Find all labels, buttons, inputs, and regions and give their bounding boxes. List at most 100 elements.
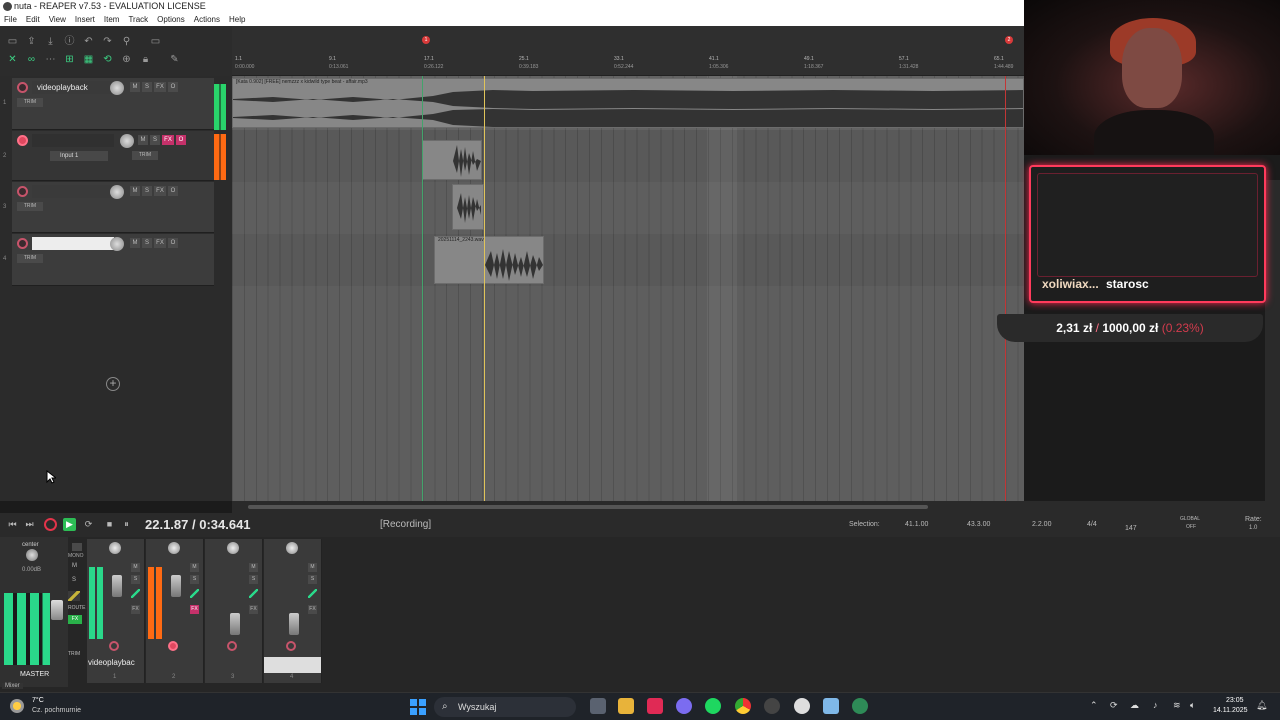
record-arm-button[interactable] [227, 641, 237, 651]
route-button[interactable]: O [168, 82, 178, 92]
record-arm-button[interactable] [109, 641, 119, 651]
trim-icon[interactable]: ✕ [6, 53, 19, 66]
snap-icon[interactable]: ⋯ [44, 53, 57, 66]
horizontal-scrollbar[interactable] [232, 501, 1280, 513]
mute-button[interactable]: M [131, 563, 140, 572]
track-1[interactable]: 1 videoplayback M S FX O TRIM [3, 78, 214, 130]
stop-button[interactable]: ■ [103, 518, 116, 531]
solo-button[interactable]: S [142, 186, 152, 196]
marker-1[interactable]: 1 [422, 36, 430, 44]
record-arm-button[interactable] [168, 641, 178, 651]
audio-item-take2[interactable] [452, 184, 484, 230]
fx-button[interactable]: FX [308, 605, 317, 614]
loop-button[interactable]: ⟳ [82, 518, 95, 531]
selection-end[interactable]: 43.3.00 [967, 521, 990, 528]
grid-icon[interactable]: ▭ [149, 35, 162, 48]
open-project-icon[interactable]: ⇪ [25, 35, 38, 48]
mixer-strip-4[interactable]: M S FX 4 [264, 539, 322, 683]
volume-fader[interactable] [289, 613, 299, 635]
solo-button[interactable]: S [131, 575, 140, 584]
track-name[interactable]: videoplayback [32, 81, 114, 94]
pause-button[interactable]: ⏸ [120, 518, 133, 531]
start-button-icon[interactable] [410, 699, 426, 715]
fx-button[interactable]: FX [154, 82, 166, 92]
mute-button[interactable]: M [130, 238, 140, 248]
metronome-icon[interactable]: ⚲ [120, 35, 133, 48]
reaper-taskbar-icon[interactable] [852, 698, 868, 714]
fx-button[interactable]: FX [249, 605, 258, 614]
track-name[interactable] [32, 237, 114, 250]
pan-knob[interactable] [286, 542, 298, 554]
file-explorer-icon[interactable] [618, 698, 634, 714]
solo-button[interactable]: S [308, 575, 317, 584]
tempo[interactable]: 147 [1125, 525, 1137, 532]
strip-name-field[interactable] [264, 657, 321, 673]
volume-fader[interactable] [112, 575, 122, 597]
chevron-up-icon[interactable]: ⌃ [1090, 700, 1098, 711]
obs-icon[interactable] [764, 698, 780, 714]
audio-item-recording[interactable]: 20251114_2243.wav [434, 236, 544, 284]
menu-insert[interactable]: Insert [75, 13, 95, 26]
record-arm-button[interactable] [17, 238, 28, 249]
fx-button[interactable]: FX [154, 238, 166, 248]
menu-track[interactable]: Track [128, 13, 148, 26]
save-project-icon[interactable]: ⤓ [44, 35, 57, 48]
trim-button[interactable]: TRIM [17, 202, 43, 211]
route-button[interactable]: O [168, 238, 178, 248]
arrange-view[interactable]: [Kata 0.902] [FREE] nemzzz x kidwild typ… [232, 76, 1024, 501]
discord-icon[interactable] [676, 698, 692, 714]
master-mono-button[interactable] [72, 543, 82, 551]
volume-knob[interactable] [110, 185, 124, 199]
search-box[interactable]: ⌕ Wyszukaj [434, 697, 576, 717]
mixer-strip-3[interactable]: M S FX 3 [205, 539, 263, 683]
tiktok-icon[interactable] [647, 698, 663, 714]
loop-icon[interactable]: ⟲ [101, 53, 114, 66]
master-route-button[interactable]: ROUTE [68, 605, 86, 611]
weather-description[interactable]: Cz. pochmurnie [32, 707, 81, 714]
marker-2[interactable]: 2 [1005, 36, 1013, 44]
go-to-end-button[interactable]: ⏭ [23, 518, 36, 531]
volume-fader[interactable] [171, 575, 181, 597]
pan-knob[interactable] [227, 542, 239, 554]
wifi-icon[interactable]: ≋ [1173, 700, 1181, 711]
mute-button[interactable]: M [190, 563, 199, 572]
solo-button[interactable]: S [249, 575, 258, 584]
master-solo-button[interactable]: S [72, 577, 76, 583]
notification-icon[interactable]: 🔔︎ [1256, 700, 1267, 711]
menu-actions[interactable]: Actions [194, 13, 220, 26]
notepad-icon[interactable] [823, 698, 839, 714]
audio-item-beat[interactable]: [Kata 0.902] [FREE] nemzzz x kidwild typ… [232, 78, 1024, 128]
grid-snap-icon[interactable]: ▦ [82, 53, 95, 66]
spotify-icon[interactable] [705, 698, 721, 714]
weather-temperature[interactable]: 7°C [32, 697, 44, 704]
audio-item-take1[interactable] [422, 140, 482, 180]
microphone-icon[interactable]: ♪ [1153, 700, 1158, 710]
volume-knob[interactable] [110, 81, 124, 95]
master-phase-icon[interactable] [68, 591, 80, 601]
master-fader[interactable] [51, 600, 63, 620]
pan-knob[interactable] [109, 542, 121, 554]
clock-date[interactable]: 14.11.2025 [1213, 707, 1248, 714]
solo-button[interactable]: S [150, 135, 160, 145]
fx-button[interactable]: FX [162, 135, 174, 145]
solo-button[interactable]: S [142, 82, 152, 92]
menu-options[interactable]: Options [157, 13, 185, 26]
mixer-strip-2[interactable]: M S FX 2 [146, 539, 204, 683]
sync-icon[interactable]: ⟳ [1110, 700, 1118, 711]
mute-button[interactable]: M [249, 563, 258, 572]
track-name[interactable] [32, 185, 114, 198]
redo-icon[interactable]: ↷ [101, 35, 114, 48]
volume-knob[interactable] [110, 237, 124, 251]
pan-knob[interactable] [168, 542, 180, 554]
record-arm-button[interactable] [17, 82, 28, 93]
trim-button[interactable]: TRIM [17, 254, 43, 263]
phase-icon[interactable] [190, 589, 199, 598]
link-icon[interactable]: ∞ [25, 53, 38, 66]
volume-icon[interactable]: 🔈︎ [1190, 700, 1195, 711]
master-fx-button[interactable]: FX [68, 615, 82, 624]
menu-file[interactable]: File [4, 13, 17, 26]
mixer-tab[interactable]: Mixer [2, 683, 23, 689]
record-arm-button[interactable] [17, 186, 28, 197]
add-track-icon[interactable]: + [106, 377, 120, 391]
scroll-thumb[interactable] [248, 505, 928, 509]
